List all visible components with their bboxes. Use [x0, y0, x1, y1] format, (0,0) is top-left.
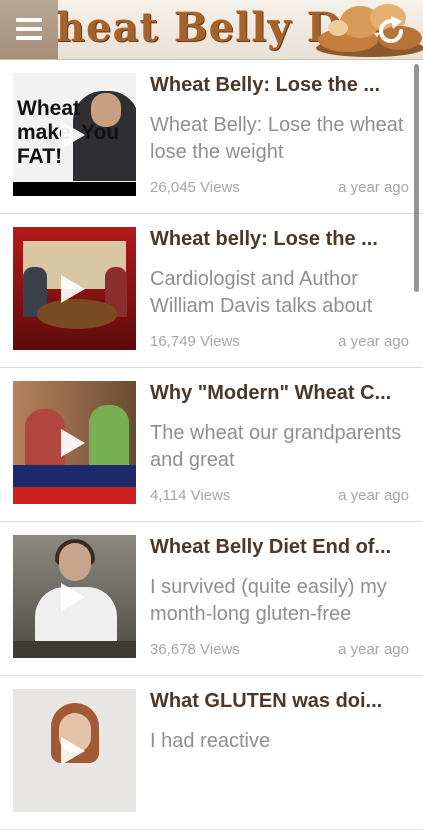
play-icon — [61, 429, 85, 457]
video-list-item[interactable]: Wheat make You FAT! Wheat Belly: Lose th… — [0, 60, 423, 214]
play-icon — [61, 121, 85, 149]
video-title: Wheat belly: Lose the ... — [150, 228, 378, 250]
video-views: 16,749 Views — [150, 333, 240, 350]
video-date: a year ago — [338, 179, 409, 196]
video-title: Why "Modern" Wheat C... — [150, 382, 392, 404]
video-description: The wheat our grandparents and great — [150, 422, 402, 471]
video-date: a year ago — [338, 641, 409, 658]
list-scrollbar[interactable] — [414, 64, 419, 292]
video-views: 36,678 Views — [150, 641, 240, 658]
thumbnail-text: Wheat — [17, 97, 80, 120]
video-list-item[interactable]: What GLUTEN was doi... I had reactive — [0, 676, 423, 830]
video-description: I survived (quite easily) my month-long … — [150, 576, 387, 625]
play-icon — [61, 583, 85, 611]
video-date: a year ago — [338, 487, 409, 504]
video-title: Wheat Belly: Lose the ... — [150, 74, 381, 96]
video-thumbnail[interactable] — [13, 381, 136, 504]
video-description: Cardiologist and Author William Davis ta… — [150, 268, 373, 317]
app-header: Wheat Belly Diet — [0, 0, 423, 60]
video-description: Wheat Belly: Lose the wheat lose the wei… — [150, 114, 404, 163]
video-list-item[interactable]: Wheat belly: Lose the ... Cardiologist a… — [0, 214, 423, 368]
video-description: I had reactive — [150, 730, 271, 752]
video-thumbnail[interactable] — [13, 535, 136, 658]
video-views: 26,045 Views — [150, 179, 240, 196]
video-list-item[interactable]: Why "Modern" Wheat C... The wheat our gr… — [0, 368, 423, 522]
video-list-item[interactable]: Wheat Belly Diet End of... I survived (q… — [0, 522, 423, 676]
menu-button[interactable] — [0, 0, 58, 59]
video-thumbnail[interactable] — [13, 689, 136, 812]
video-title: Wheat Belly Diet End of... — [150, 536, 392, 558]
thumbnail-text: FAT! — [17, 145, 63, 168]
video-title: What GLUTEN was doi... — [150, 690, 383, 712]
hamburger-menu-icon — [16, 18, 42, 22]
video-thumbnail[interactable]: Wheat make You FAT! — [13, 73, 136, 196]
refresh-icon[interactable] — [374, 14, 408, 48]
video-date: a year ago — [338, 333, 409, 350]
video-views: 4,114 Views — [150, 487, 231, 504]
play-icon — [61, 737, 85, 765]
thumbnail-text: You — [81, 121, 120, 144]
video-thumbnail[interactable] — [13, 227, 136, 350]
play-icon — [61, 275, 85, 303]
